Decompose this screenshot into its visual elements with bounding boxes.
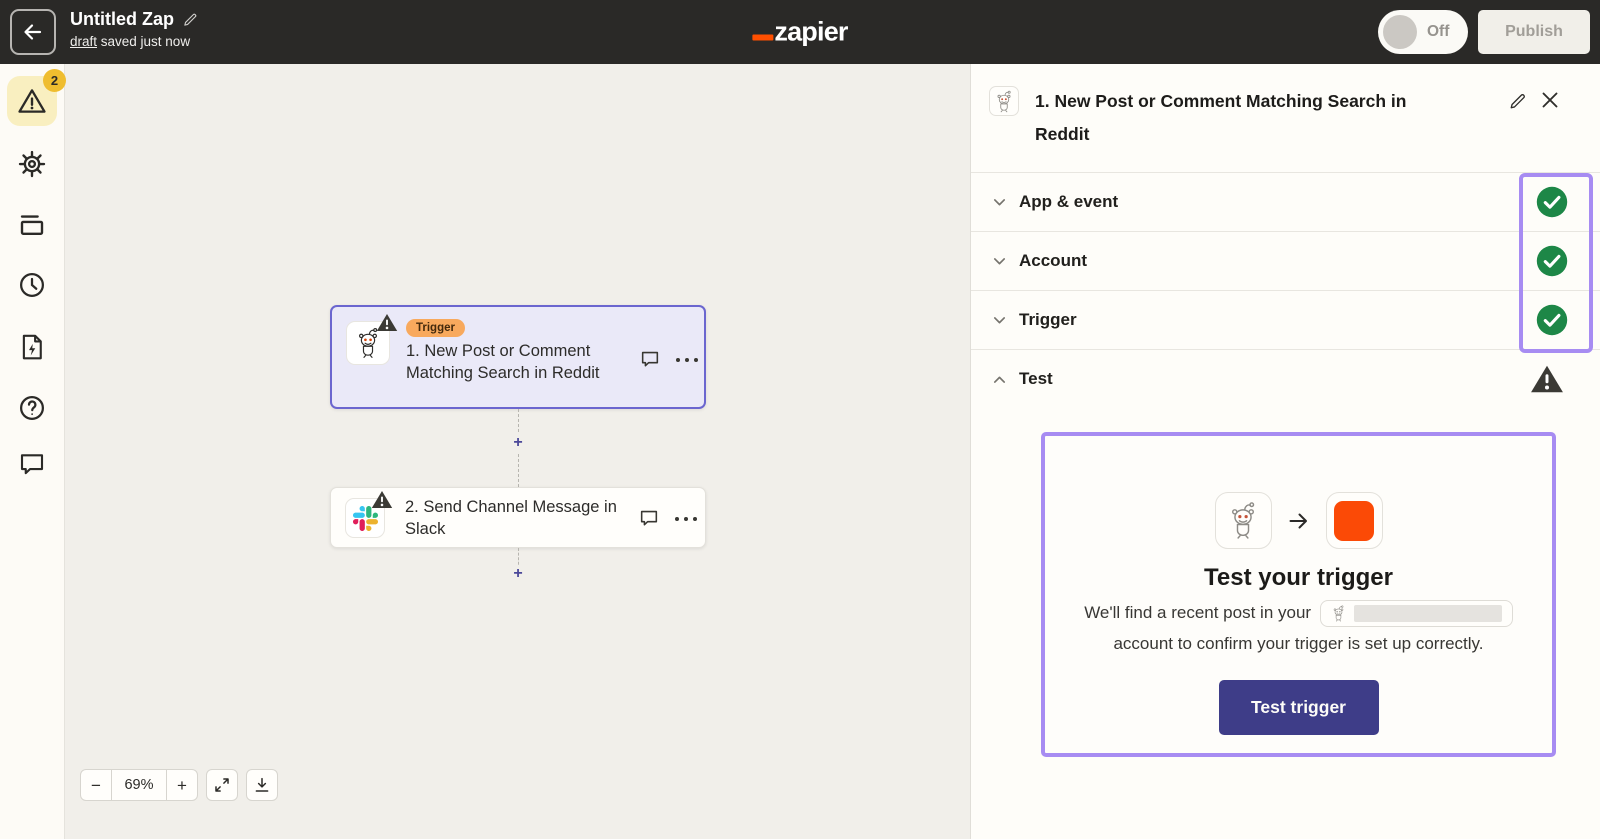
- zoom-out-button[interactable]: −: [81, 770, 111, 800]
- canvas-controls: − 69% +: [80, 769, 278, 801]
- toggle-label: Off: [1427, 23, 1449, 41]
- panels-icon: [17, 210, 47, 240]
- reddit-snoo-icon: [994, 90, 1014, 113]
- comment-icon[interactable]: [638, 507, 660, 529]
- gear-icon: [17, 149, 47, 179]
- expand-icon: [213, 776, 231, 794]
- node-title: 1. New Post or Comment Matching Search i…: [406, 340, 634, 384]
- toggle-knob: [1383, 15, 1417, 49]
- test-trigger-card: Test your trigger We'll find a recent po…: [1041, 432, 1556, 757]
- saved-text: saved just now: [97, 34, 190, 49]
- chat-bubble-icon: [17, 449, 47, 479]
- top-bar: Untitled Zap draft saved just now zapier…: [0, 0, 1600, 64]
- warning-badge-icon: [376, 313, 398, 332]
- save-status: draft saved just now: [70, 34, 198, 49]
- add-step-button[interactable]: +: [509, 434, 527, 452]
- zap-title: Untitled Zap: [70, 9, 174, 30]
- add-step-button[interactable]: +: [509, 565, 527, 583]
- back-arrow-icon: [21, 20, 45, 44]
- more-options-icon[interactable]: [673, 515, 699, 523]
- section-account[interactable]: Account: [971, 231, 1600, 290]
- comment-icon[interactable]: [639, 348, 661, 370]
- reddit-snoo-icon: [1331, 605, 1346, 622]
- edit-title-icon[interactable]: [183, 12, 198, 27]
- section-label: Test: [1019, 369, 1053, 389]
- section-test[interactable]: Test: [971, 349, 1600, 408]
- chevron-down-icon: [991, 194, 1008, 211]
- app-connection-icons: [1215, 492, 1383, 549]
- slack-app-icon: [345, 498, 385, 538]
- success-check-icon: [1536, 304, 1568, 336]
- zap-title-block: Untitled Zap draft saved just now: [70, 9, 198, 49]
- section-trigger[interactable]: Trigger: [971, 290, 1600, 349]
- sidebar-item-notes[interactable]: [8, 323, 56, 371]
- zoom-control: − 69% +: [80, 769, 198, 801]
- orange-square-icon: [1334, 501, 1374, 541]
- reddit-app-icon: [346, 321, 390, 365]
- test-description-after: account to confirm your trigger is set u…: [1113, 634, 1483, 653]
- step-sections: App & event Account Trigger Test: [971, 172, 1600, 408]
- draft-link[interactable]: draft: [70, 34, 97, 49]
- action-node-slack[interactable]: 2. Send Channel Message in Slack: [330, 487, 706, 548]
- warning-triangle-icon: [1530, 364, 1564, 394]
- rename-step-icon[interactable]: [1509, 92, 1527, 110]
- test-description: We'll find a recent post in your account…: [1058, 597, 1540, 659]
- success-check-icon: [1536, 245, 1568, 277]
- question-circle-icon: [17, 393, 47, 423]
- clock-icon: [17, 270, 47, 300]
- section-label: Account: [1019, 251, 1087, 271]
- sidebar-item-issues[interactable]: 2: [7, 76, 57, 126]
- left-sidebar: 2: [0, 64, 65, 839]
- download-icon: [253, 776, 271, 794]
- panel-app-icon: [989, 86, 1019, 116]
- issues-count-badge: 2: [43, 69, 66, 92]
- chevron-up-icon: [991, 371, 1008, 388]
- trigger-node-reddit[interactable]: Trigger 1. New Post or Comment Matching …: [330, 305, 706, 409]
- connected-account-pill: [1320, 600, 1513, 627]
- node-title: 2. Send Channel Message in Slack: [405, 496, 643, 540]
- slack-logo-icon: [353, 506, 378, 531]
- zapier-logo: zapier: [752, 19, 847, 46]
- redacted-account-name: [1354, 605, 1502, 622]
- reddit-app-box: [1215, 492, 1272, 549]
- section-app-event[interactable]: App & event: [971, 172, 1600, 231]
- sidebar-item-feedback[interactable]: [8, 440, 56, 488]
- sidebar-item-history[interactable]: [8, 261, 56, 309]
- zoom-in-button[interactable]: +: [167, 770, 197, 800]
- publish-button[interactable]: Publish: [1478, 10, 1590, 54]
- panel-step-title: 1. New Post or Comment Matching Search i…: [1035, 85, 1465, 151]
- reddit-snoo-icon: [1226, 501, 1260, 540]
- sidebar-item-settings[interactable]: [8, 140, 56, 188]
- fit-to-view-button[interactable]: [206, 769, 238, 801]
- back-button[interactable]: [10, 9, 56, 55]
- warning-triangle-icon: [17, 86, 47, 116]
- zapier-app-box: [1326, 492, 1383, 549]
- close-panel-icon[interactable]: [1541, 91, 1559, 109]
- success-check-icon: [1536, 186, 1568, 218]
- arrow-right-icon: [1287, 509, 1311, 533]
- test-trigger-button[interactable]: Test trigger: [1219, 680, 1379, 735]
- zap-on-off-toggle[interactable]: Off: [1378, 10, 1468, 54]
- zapier-logo-text: zapier: [774, 19, 847, 46]
- test-description-before: We'll find a recent post in your: [1084, 603, 1311, 622]
- step-config-panel: 1. New Post or Comment Matching Search i…: [970, 64, 1600, 839]
- workflow-canvas[interactable]: Trigger 1. New Post or Comment Matching …: [65, 64, 970, 839]
- chevron-down-icon: [991, 253, 1008, 270]
- section-label: App & event: [1019, 192, 1118, 212]
- more-options-icon[interactable]: [674, 356, 700, 364]
- section-label: Trigger: [1019, 310, 1077, 330]
- test-heading: Test your trigger: [1204, 564, 1393, 592]
- sidebar-item-apps[interactable]: [8, 201, 56, 249]
- sidebar-item-help[interactable]: [8, 384, 56, 432]
- warning-badge-icon: [371, 490, 393, 509]
- zapier-logo-underscore: [752, 35, 773, 41]
- document-lightning-icon: [17, 332, 47, 362]
- zoom-level: 69%: [111, 770, 167, 800]
- chevron-down-icon: [991, 312, 1008, 329]
- download-button[interactable]: [246, 769, 278, 801]
- trigger-badge: Trigger: [406, 319, 465, 337]
